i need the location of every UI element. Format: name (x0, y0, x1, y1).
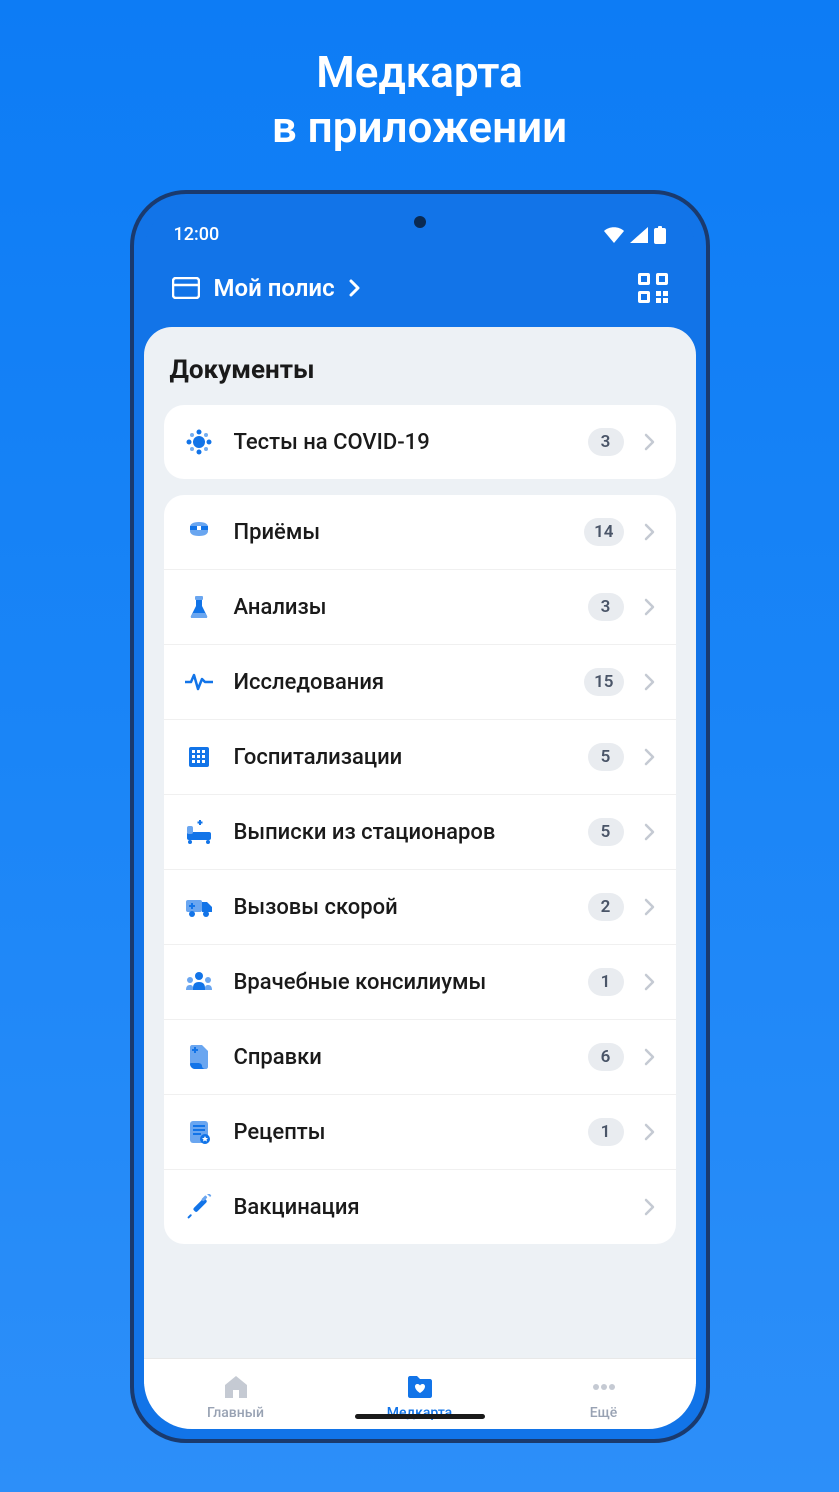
list-item[interactable]: Исследования 15 (164, 645, 676, 720)
ambulance-icon (184, 892, 214, 922)
chevron-right-icon (644, 1123, 656, 1141)
item-label: Выписки из стационаров (234, 820, 568, 845)
item-label: Госпитализации (234, 745, 568, 770)
chevron-right-icon (644, 598, 656, 616)
count-badge: 15 (584, 668, 623, 696)
policy-link[interactable]: Мой полис (172, 274, 361, 302)
hospital-icon (184, 742, 214, 772)
item-label: Справки (234, 1045, 568, 1070)
status-time: 12:00 (174, 224, 220, 245)
qr-icon[interactable] (638, 273, 668, 303)
list-item[interactable]: Выписки из стационаров 5 (164, 795, 676, 870)
chevron-right-icon (644, 433, 656, 451)
more-icon (590, 1373, 618, 1401)
list-item-covid[interactable]: Тесты на COVID-19 3 (164, 405, 676, 479)
battery-icon (654, 226, 666, 244)
camera-notch (414, 216, 426, 228)
chevron-right-icon (644, 1048, 656, 1066)
home-icon (222, 1373, 250, 1401)
nav-label: Ещё (590, 1405, 618, 1421)
count-badge: 14 (584, 518, 623, 546)
list-item[interactable]: Вызовы скорой 2 (164, 870, 676, 945)
home-indicator (355, 1414, 485, 1419)
nav-label: Главный (207, 1405, 264, 1421)
vaccine-icon (184, 1192, 214, 1222)
certificate-icon (184, 1042, 214, 1072)
count-badge: 5 (588, 743, 624, 771)
research-icon (184, 667, 214, 697)
chevron-right-icon (644, 523, 656, 541)
status-bar: 12:00 (144, 204, 696, 255)
count-badge: 1 (588, 1118, 624, 1146)
phone-frame: 12:00 Мой полис Документы (130, 190, 710, 1443)
content-panel: Документы Тесты на COVID-19 3 Приёмы 14 Ан… (144, 327, 696, 1384)
prescription-icon (184, 1117, 214, 1147)
item-label: Исследования (234, 670, 565, 695)
featured-card: Тесты на COVID-19 3 (164, 405, 676, 479)
list-item[interactable]: Приёмы 14 (164, 495, 676, 570)
appointments-icon (184, 517, 214, 547)
item-label: Рецепты (234, 1120, 568, 1145)
list-item[interactable]: Анализы 3 (164, 570, 676, 645)
discharge-icon (184, 817, 214, 847)
list-item[interactable]: Врачебные консилиумы 1 (164, 945, 676, 1020)
count-badge: 3 (588, 428, 624, 456)
promo-title: Медкарта в приложении (272, 45, 567, 155)
chevron-right-icon (644, 823, 656, 841)
lab-icon (184, 592, 214, 622)
item-label: Вакцинация (234, 1195, 624, 1220)
count-badge: 2 (588, 893, 624, 921)
status-icons (604, 226, 666, 244)
documents-card: Приёмы14Анализы3Исследования15Госпитализ… (164, 495, 676, 1244)
chevron-right-icon (644, 673, 656, 691)
bottom-nav: Главный Медкарта Ещё (144, 1358, 696, 1429)
count-badge: 5 (588, 818, 624, 846)
chevron-right-icon (349, 279, 361, 297)
folder-heart-icon (405, 1373, 435, 1401)
card-icon (172, 277, 200, 299)
item-label: Вызовы скорой (234, 895, 568, 920)
virus-icon (184, 427, 214, 457)
council-icon (184, 967, 214, 997)
item-label: Врачебные консилиумы (234, 970, 568, 995)
section-title: Документы (164, 355, 676, 385)
phone-screen: 12:00 Мой полис Документы (144, 204, 696, 1429)
promo-line1: Медкарта (272, 45, 567, 100)
count-badge: 3 (588, 593, 624, 621)
nav-more[interactable]: Ещё (512, 1373, 694, 1421)
item-label: Тесты на COVID-19 (234, 430, 568, 455)
list-item[interactable]: Вакцинация (164, 1170, 676, 1244)
wifi-icon (604, 227, 624, 243)
count-badge: 6 (588, 1043, 624, 1071)
count-badge: 1 (588, 968, 624, 996)
chevron-right-icon (644, 973, 656, 991)
list-item[interactable]: Рецепты 1 (164, 1095, 676, 1170)
chevron-right-icon (644, 898, 656, 916)
chevron-right-icon (644, 1198, 656, 1216)
promo-line2: в приложении (272, 100, 567, 155)
nav-home[interactable]: Главный (144, 1373, 326, 1421)
policy-label: Мой полис (214, 274, 335, 302)
signal-icon (630, 227, 648, 243)
chevron-right-icon (644, 748, 656, 766)
list-item[interactable]: Госпитализации 5 (164, 720, 676, 795)
item-label: Анализы (234, 595, 568, 620)
item-label: Приёмы (234, 520, 565, 545)
app-header: Мой полис (144, 255, 696, 327)
list-item[interactable]: Справки 6 (164, 1020, 676, 1095)
